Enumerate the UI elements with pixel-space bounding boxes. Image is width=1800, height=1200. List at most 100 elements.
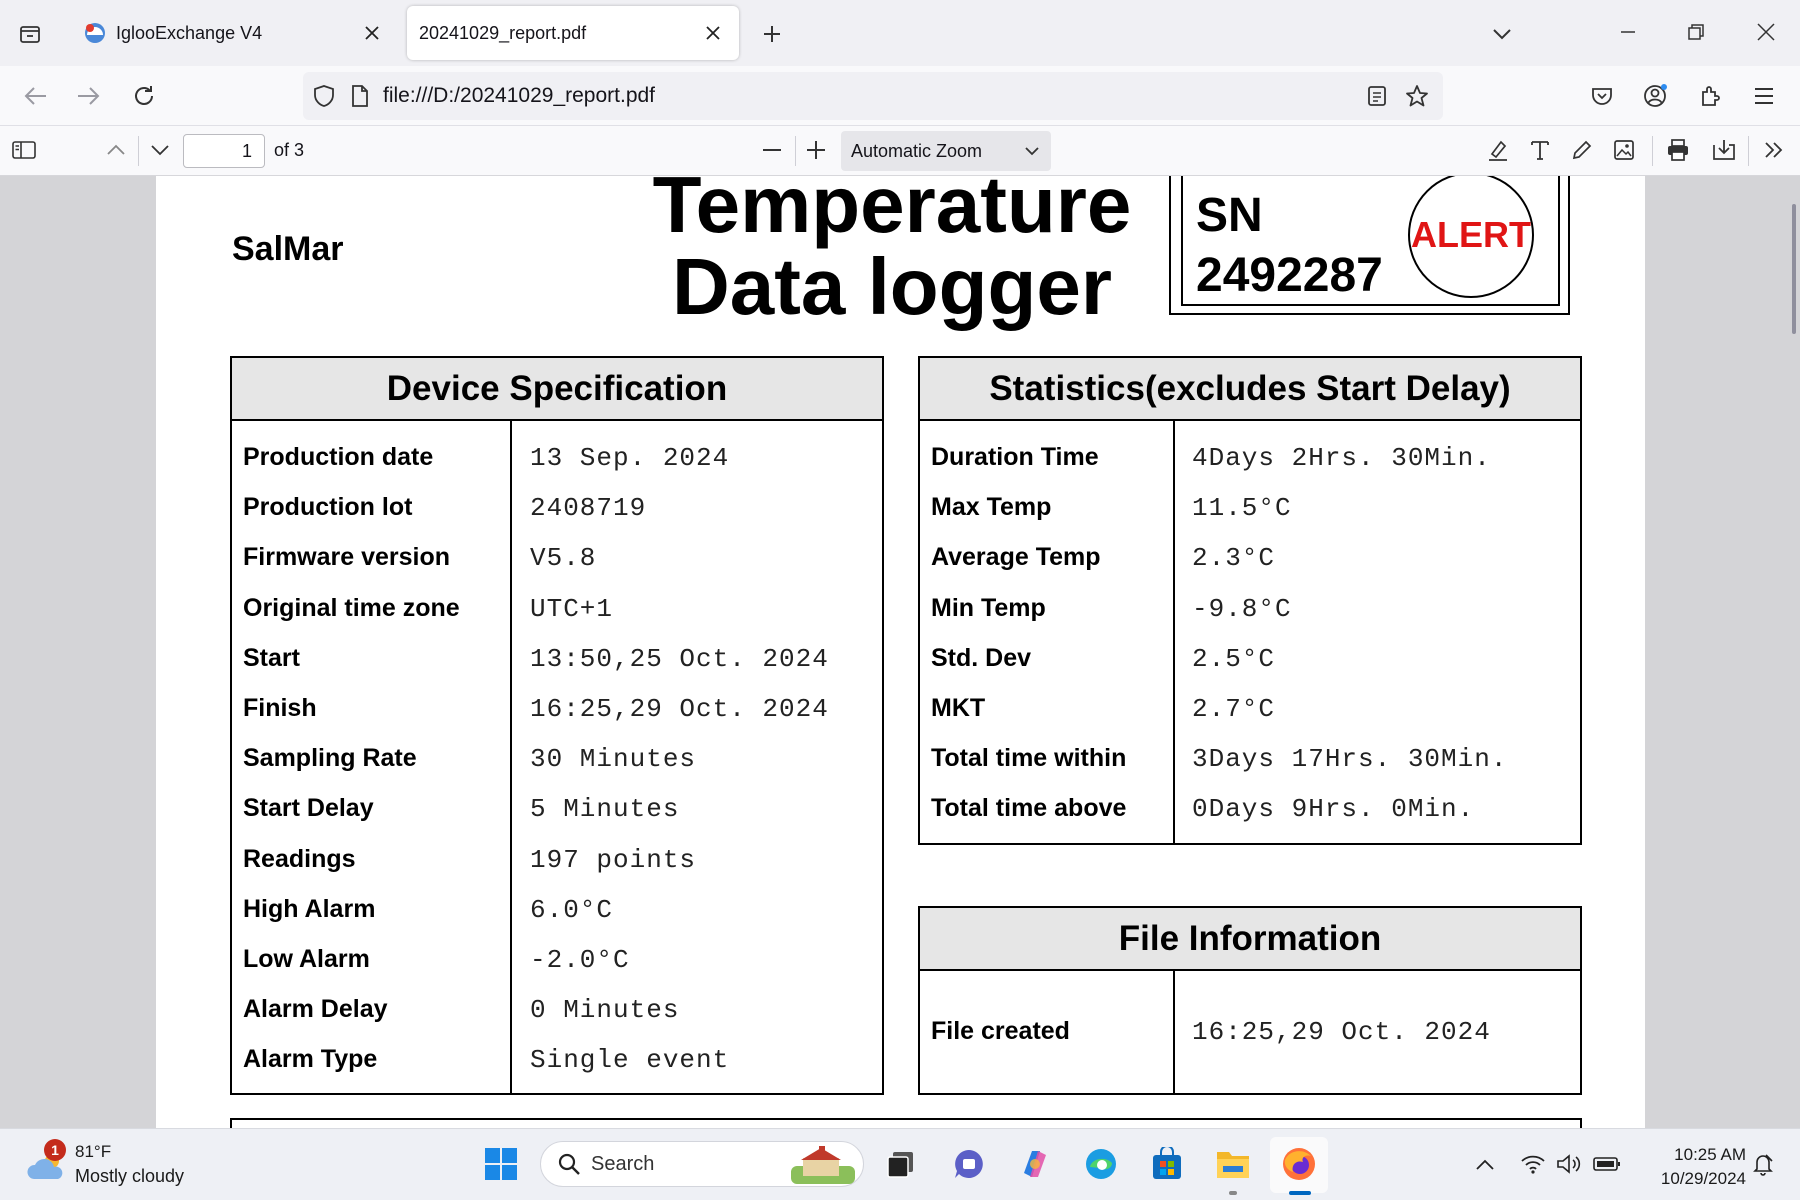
row-label: MKT (931, 694, 986, 722)
table-row: Min Temp -9.8°C (920, 584, 1580, 634)
table-row: Sampling Rate 30 Minutes (232, 734, 882, 784)
page-number-input[interactable]: 1 (183, 134, 265, 168)
highlight-button[interactable] (1480, 132, 1516, 168)
restore-button[interactable] (1676, 10, 1716, 54)
statistics-table: Statistics(excludes Start Delay) Duratio… (918, 356, 1582, 845)
pocket-icon (1592, 88, 1612, 105)
draw-button[interactable] (1564, 132, 1600, 168)
battery-button[interactable] (1586, 1143, 1628, 1185)
row-value: 30 Minutes (530, 744, 697, 775)
close-tab-icon[interactable] (695, 15, 731, 51)
tab-report-pdf[interactable]: 20241029_report.pdf (407, 6, 739, 60)
navigation-bar: file:///D:/20241029_report.pdf (0, 66, 1800, 126)
file-explorer-button[interactable] (1212, 1143, 1254, 1185)
row-label: Readings (243, 844, 356, 873)
toolbar-divider (1748, 136, 1749, 166)
puzzle-icon (1702, 86, 1720, 106)
search-placeholder: Search (591, 1152, 655, 1175)
more-tools-button[interactable] (1756, 132, 1792, 168)
pocket-button[interactable] (1582, 76, 1622, 116)
show-hidden-icons-button[interactable] (1464, 1143, 1506, 1185)
table-row: Std. Dev 2.5°C (920, 634, 1580, 684)
pdf-toolbar: 1 of 3 Automatic Zoom (0, 126, 1800, 176)
menu-button[interactable] (1744, 76, 1784, 116)
row-value: 16:25,29 Oct. 2024 (530, 694, 829, 724)
row-value: 197 points (530, 844, 697, 875)
zoom-select[interactable]: Automatic Zoom (841, 131, 1051, 171)
table-row: Low Alarm -2.0°C (232, 935, 882, 985)
weather-temperature: 81°F (75, 1142, 112, 1161)
volume-button[interactable] (1548, 1143, 1590, 1185)
close-window-button[interactable] (1746, 10, 1786, 54)
row-label: File created (931, 1017, 1070, 1045)
firefox-icon (1283, 1148, 1315, 1180)
device-specification-table: Device Specification Production date 13 S… (230, 356, 884, 1095)
table-row: Original time zone UTC+1 (232, 584, 882, 634)
zoom-out-button[interactable] (754, 132, 790, 168)
chevron-down-icon (151, 145, 169, 156)
add-image-button[interactable] (1606, 132, 1642, 168)
pdf-viewer[interactable]: SalMar Temperature Data logger SN 249228… (0, 176, 1800, 1128)
zoom-in-button[interactable] (798, 132, 834, 168)
previous-page-button[interactable] (98, 132, 134, 168)
list-all-tabs-button[interactable] (1482, 14, 1522, 54)
copilot-button[interactable] (1014, 1143, 1056, 1185)
back-button[interactable] (16, 76, 56, 116)
save-button[interactable] (1706, 132, 1742, 168)
account-button[interactable] (1636, 76, 1676, 116)
firefox-active-indicator (1289, 1191, 1311, 1195)
wifi-icon (1521, 1155, 1545, 1174)
table-row: Max Temp 11.5°C (920, 483, 1580, 533)
close-tab-icon[interactable] (354, 15, 390, 51)
extensions-button[interactable] (1690, 76, 1730, 116)
sidebar-toggle-button[interactable] (6, 132, 42, 168)
folder-icon (1217, 1152, 1249, 1178)
table-row: Readings 197 points (232, 835, 882, 885)
row-label: Firmware version (243, 543, 451, 572)
account-icon (1644, 84, 1667, 107)
teams-button[interactable] (948, 1143, 990, 1185)
store-button[interactable] (1146, 1143, 1188, 1185)
close-icon (1757, 23, 1775, 41)
text-button[interactable] (1522, 132, 1558, 168)
table-row: Start Delay 5 Minutes (232, 784, 882, 834)
weather-description: Mostly cloudy (75, 1166, 185, 1186)
edge-button[interactable] (1080, 1143, 1122, 1185)
table-row: Alarm Delay 0 Minutes (232, 985, 882, 1035)
address-bar[interactable]: file:///D:/20241029_report.pdf (303, 72, 1443, 120)
task-view-button[interactable] (880, 1143, 922, 1185)
row-label: Finish (243, 694, 317, 722)
serial-number-inner-box: SN 2492287 ALERT (1181, 176, 1560, 306)
file-information-body: File created 16:25,29 Oct. 2024 (920, 971, 1580, 1093)
chevron-down-icon (1025, 146, 1039, 155)
table-row: MKT 2.7°C (920, 684, 1580, 734)
system-clock[interactable]: 10:25 AM 10/29/2024 (1626, 1143, 1746, 1191)
tab-iglooexchange[interactable]: IglooExchange V4 (68, 6, 398, 60)
tab-bar: IglooExchange V4 20241029_report.pdf (0, 0, 1800, 66)
weather-widget[interactable]: 1 81°F Mostly cloudy (0, 1129, 200, 1200)
print-button[interactable] (1660, 132, 1696, 168)
tab-list-button[interactable] (10, 14, 50, 54)
reload-button[interactable] (124, 76, 164, 116)
taskbar-search[interactable]: Search (540, 1141, 864, 1187)
image-icon (1614, 140, 1634, 160)
notifications-button[interactable] (1742, 1143, 1784, 1185)
arrow-right-icon (78, 87, 100, 105)
notification-bell-icon (1753, 1154, 1773, 1176)
scrollbar-thumb[interactable] (1792, 204, 1796, 334)
bookmark-star-icon[interactable] (1405, 84, 1429, 108)
shield-icon[interactable] (313, 84, 335, 108)
arrow-left-icon (24, 87, 46, 105)
row-value: 16:25,29 Oct. 2024 (1192, 1017, 1491, 1047)
reader-view-icon[interactable] (1367, 85, 1387, 107)
title-line-2: Data logger (671, 242, 1113, 331)
start-button[interactable] (480, 1143, 522, 1185)
next-page-button[interactable] (142, 132, 178, 168)
forward-button[interactable] (68, 76, 108, 116)
igloo-favicon-icon (82, 20, 108, 46)
new-tab-button[interactable] (752, 14, 792, 54)
toolbar-divider (1652, 136, 1653, 166)
row-value: -2.0°C (530, 945, 630, 975)
firefox-button[interactable] (1278, 1143, 1320, 1185)
minimize-button[interactable] (1608, 10, 1648, 54)
